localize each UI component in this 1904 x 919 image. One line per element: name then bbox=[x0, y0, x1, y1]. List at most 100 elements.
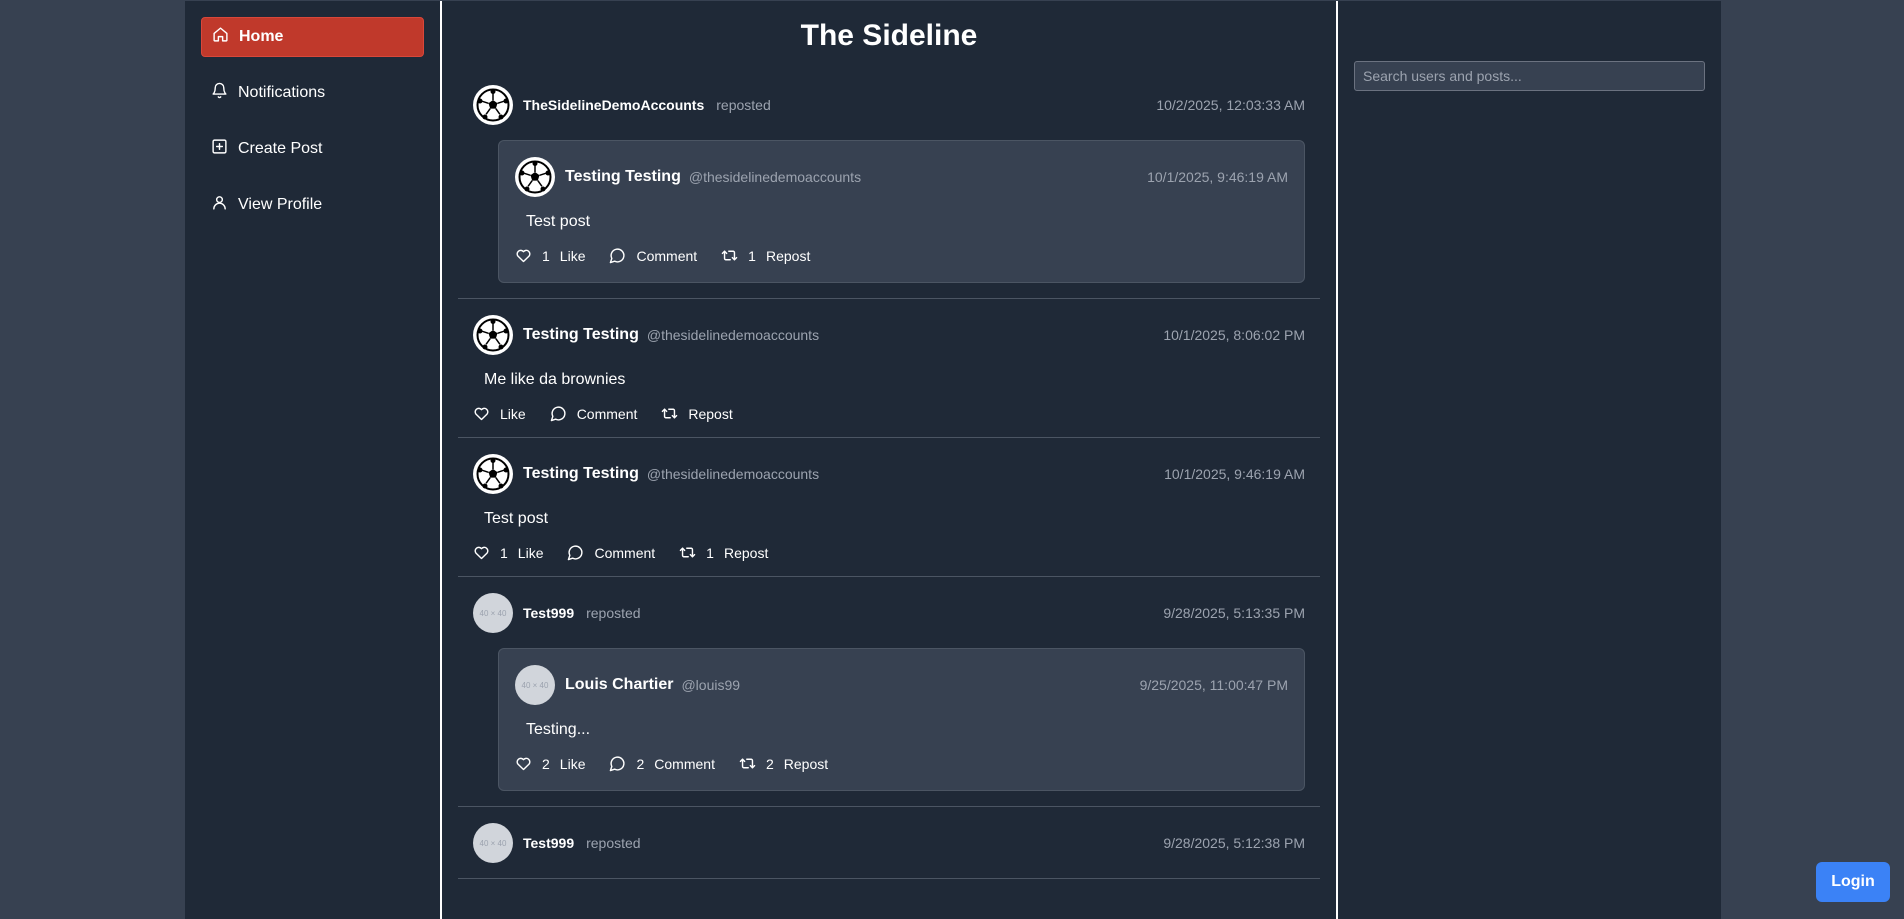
author-handle: @louis99 bbox=[681, 677, 741, 693]
comment-icon bbox=[610, 756, 625, 772]
feed-post: 40 × 40 Test999 reposted 9/28/2025, 5:13… bbox=[458, 577, 1320, 807]
comment-label: Comment bbox=[594, 544, 656, 561]
post-timestamp: 10/2/2025, 12:03:33 AM bbox=[1156, 97, 1305, 113]
like-button[interactable]: 1 Like bbox=[515, 247, 585, 264]
author-handle: @thesidelinedemoaccounts bbox=[688, 169, 862, 185]
feed: The Sideline TheSidelineDemoAccounts rep… bbox=[440, 1, 1338, 919]
post-timestamp: 10/1/2025, 8:06:02 PM bbox=[1163, 327, 1305, 343]
like-button[interactable]: 2 Like bbox=[515, 755, 585, 772]
comment-button[interactable]: 2 Comment bbox=[609, 755, 715, 772]
author-name[interactable]: Testing Testing bbox=[523, 326, 639, 344]
reposted-label: reposted bbox=[586, 605, 641, 621]
comment-label: Comment bbox=[636, 247, 698, 264]
user-icon bbox=[211, 194, 228, 216]
repost-label: Repost bbox=[723, 544, 769, 561]
post-header: Testing Testing @thesidelinedemoaccounts… bbox=[473, 454, 1305, 494]
post-header: 40 × 40 Louis Chartier @louis99 9/25/202… bbox=[515, 665, 1288, 705]
sidebar-item-home[interactable]: Home bbox=[201, 17, 424, 57]
like-label: Like bbox=[559, 247, 586, 264]
reposter-name[interactable]: Test999 bbox=[523, 835, 574, 851]
sidebar: Home Notifications Create Post View Prof… bbox=[185, 1, 440, 919]
like-label: Like bbox=[559, 755, 586, 772]
repost-count: 1 bbox=[748, 247, 756, 264]
repost-icon bbox=[679, 547, 696, 558]
feed-post: Testing Testing @thesidelinedemoaccounts… bbox=[458, 299, 1320, 438]
author-name[interactable]: Louis Chartier bbox=[565, 676, 673, 694]
repost-label: Repost bbox=[765, 247, 811, 264]
search-input[interactable] bbox=[1354, 61, 1705, 91]
author-name[interactable]: Testing Testing bbox=[565, 168, 681, 186]
bell-icon bbox=[211, 82, 228, 104]
comment-icon bbox=[568, 545, 583, 561]
post-header: 40 × 40 Test999 reposted 9/28/2025, 5:13… bbox=[473, 593, 1305, 633]
like-label: Like bbox=[517, 544, 544, 561]
repost-button[interactable]: Repost bbox=[661, 405, 733, 422]
page-title: The Sideline bbox=[800, 19, 978, 52]
soccer-ball-avatar[interactable] bbox=[473, 85, 513, 125]
comment-label: Comment bbox=[576, 405, 638, 422]
comment-count: 2 bbox=[636, 755, 645, 772]
sidebar-item-label: Create Post bbox=[238, 140, 323, 157]
comment-button[interactable]: Comment bbox=[550, 405, 638, 422]
post-timestamp: 9/25/2025, 11:00:47 PM bbox=[1139, 677, 1288, 693]
avatar[interactable]: 40 × 40 bbox=[515, 665, 555, 705]
post-timestamp: 9/28/2025, 5:12:38 PM bbox=[1163, 835, 1305, 851]
like-label: Like bbox=[500, 405, 526, 422]
avatar[interactable]: 40 × 40 bbox=[473, 593, 513, 633]
sidebar-item-label: Notifications bbox=[238, 84, 326, 101]
like-button[interactable]: 1 Like bbox=[473, 544, 543, 561]
repost-button[interactable]: 1 Repost bbox=[721, 247, 810, 264]
soccer-ball-avatar[interactable] bbox=[473, 454, 513, 494]
repost-label: Repost bbox=[688, 405, 733, 422]
sidebar-item-create-post[interactable]: Create Post bbox=[201, 129, 424, 169]
heart-icon bbox=[474, 546, 489, 560]
quoted-post[interactable]: 40 × 40 Louis Chartier @louis99 9/25/202… bbox=[498, 648, 1305, 791]
feed-post: TheSidelineDemoAccounts reposted 10/2/20… bbox=[458, 69, 1320, 299]
avatar[interactable]: 40 × 40 bbox=[473, 823, 513, 863]
repost-count: 2 bbox=[765, 755, 774, 772]
right-panel bbox=[1338, 1, 1721, 919]
heart-icon bbox=[516, 757, 531, 771]
soccer-ball-avatar[interactable] bbox=[473, 315, 513, 355]
post-actions: Like Comment Repost bbox=[473, 405, 1305, 422]
post-text: Test post bbox=[484, 510, 549, 527]
quoted-post[interactable]: Testing Testing @thesidelinedemoaccounts… bbox=[498, 140, 1305, 283]
reposter-name[interactable]: TheSidelineDemoAccounts bbox=[523, 97, 704, 113]
home-icon bbox=[212, 26, 229, 48]
heart-icon bbox=[474, 407, 489, 421]
reposter-name[interactable]: Test999 bbox=[523, 605, 574, 621]
repost-button[interactable]: 2 Repost bbox=[739, 755, 828, 772]
app-shell: Home Notifications Create Post View Prof… bbox=[185, 0, 1721, 919]
post-header: TheSidelineDemoAccounts reposted 10/2/20… bbox=[473, 85, 1305, 125]
author-handle: @thesidelinedemoaccounts bbox=[646, 327, 820, 343]
soccer-ball-avatar[interactable] bbox=[515, 157, 555, 197]
login-button[interactable]: Login bbox=[1816, 862, 1890, 902]
sidebar-item-label: View Profile bbox=[238, 196, 323, 213]
like-count: 1 bbox=[542, 247, 550, 264]
repost-icon bbox=[739, 758, 756, 769]
post-header: Testing Testing @thesidelinedemoaccounts… bbox=[473, 315, 1305, 355]
reposted-label: reposted bbox=[716, 97, 771, 113]
post-timestamp: 9/28/2025, 5:13:35 PM bbox=[1163, 605, 1305, 621]
post-text: Testing... bbox=[526, 721, 591, 738]
reposted-label: reposted bbox=[586, 835, 641, 851]
post-actions: 1 Like Comment 1 Repost bbox=[515, 247, 1288, 264]
author-handle: @thesidelinedemoaccounts bbox=[646, 466, 820, 482]
feed-post: 40 × 40 Test999 reposted 9/28/2025, 5:12… bbox=[458, 807, 1320, 879]
author-name[interactable]: Testing Testing bbox=[523, 465, 639, 483]
post-actions: 2 Like 2 Comment 2 Repost bbox=[515, 755, 1288, 772]
feed-post: Testing Testing @thesidelinedemoaccounts… bbox=[458, 438, 1320, 577]
comment-button[interactable]: Comment bbox=[609, 247, 697, 264]
comment-icon bbox=[610, 248, 625, 264]
like-count: 1 bbox=[500, 544, 508, 561]
like-button[interactable]: Like bbox=[473, 405, 526, 422]
comment-button[interactable]: Comment bbox=[567, 544, 655, 561]
sidebar-item-view-profile[interactable]: View Profile bbox=[201, 185, 424, 225]
sidebar-item-notifications[interactable]: Notifications bbox=[201, 73, 424, 113]
post-timestamp: 10/1/2025, 9:46:19 AM bbox=[1147, 169, 1288, 185]
repost-button[interactable]: 1 Repost bbox=[679, 544, 768, 561]
repost-icon bbox=[721, 250, 738, 261]
repost-icon bbox=[662, 408, 678, 419]
repost-label: Repost bbox=[783, 755, 829, 772]
post-header: Testing Testing @thesidelinedemoaccounts… bbox=[515, 157, 1288, 197]
